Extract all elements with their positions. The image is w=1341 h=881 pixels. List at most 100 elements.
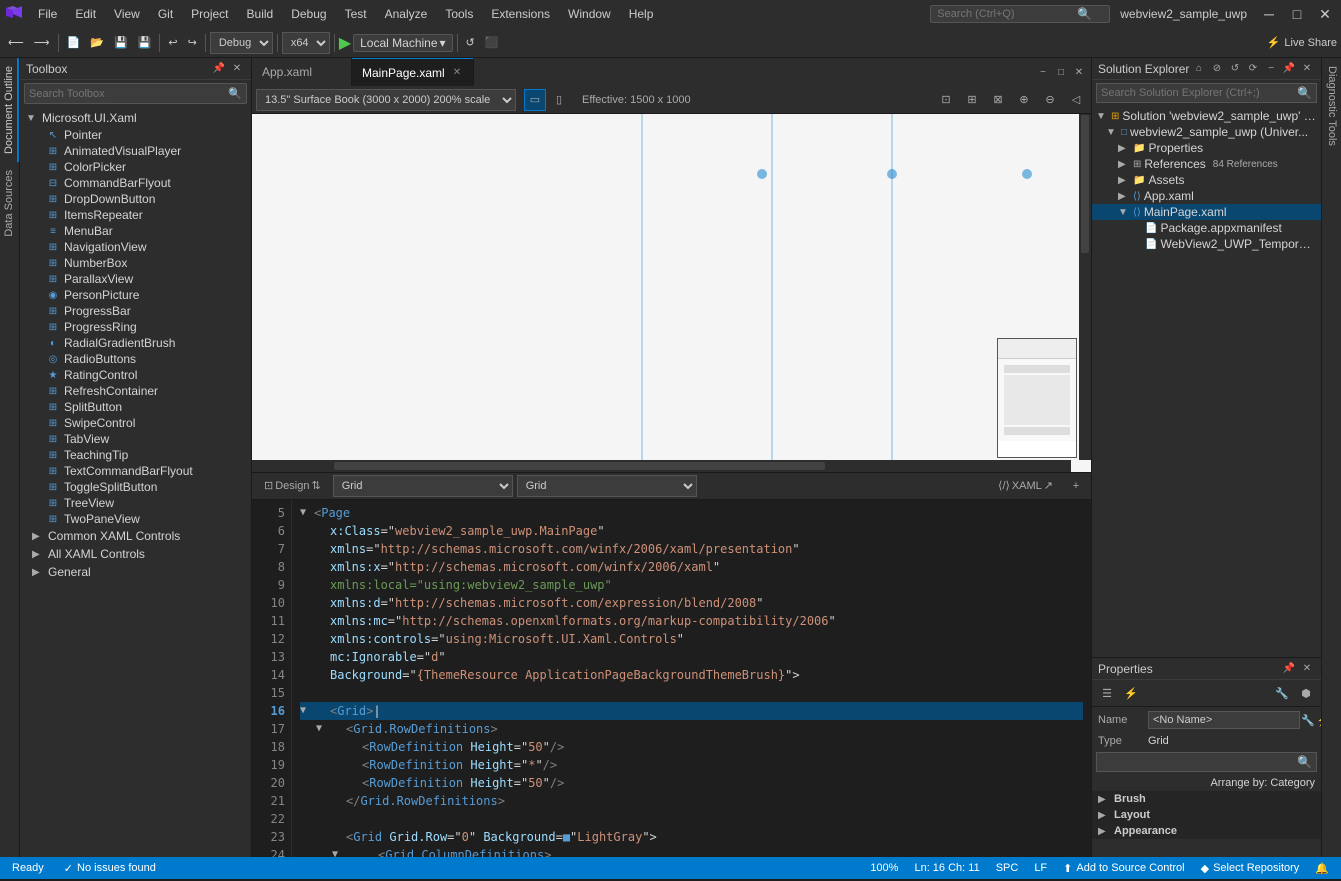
toolbox-item-tabview[interactable]: ⊞ TabView	[20, 431, 251, 447]
toolbox-subcategory-general[interactable]: ▶ General	[20, 563, 251, 581]
sol-item-project[interactable]: ▼ □ webview2_sample_uwp (Univer...	[1092, 124, 1321, 140]
menu-edit[interactable]: Edit	[67, 5, 104, 23]
menu-extensions[interactable]: Extensions	[483, 5, 558, 23]
toolbox-search-box[interactable]: 🔍	[24, 83, 247, 104]
props-category-layout[interactable]: ▶ Layout	[1092, 807, 1321, 823]
minimize-button[interactable]: ─	[1257, 4, 1281, 24]
status-spc[interactable]: SPC	[992, 862, 1023, 875]
stop-btn[interactable]: ⬛	[481, 34, 503, 51]
props-search-box[interactable]: 🔍	[1096, 752, 1317, 772]
toolbox-item-pointer[interactable]: ↖ Pointer	[20, 127, 251, 143]
sol-close-icon[interactable]: ✕	[1299, 61, 1315, 77]
save-all-btn[interactable]: 💾	[134, 34, 156, 51]
props-category-brush[interactable]: ▶ Brush	[1092, 791, 1321, 807]
breadcrumb-right-select[interactable]: Grid	[517, 475, 697, 497]
menu-tools[interactable]: Tools	[437, 5, 481, 23]
events-icon[interactable]: ⚡	[1120, 682, 1142, 704]
status-no-issues[interactable]: ✓ No issues found	[60, 862, 160, 875]
props-name-input[interactable]	[1148, 711, 1300, 729]
toolbox-item-progressring[interactable]: ⊞ ProgressRing	[20, 319, 251, 335]
snap-icon[interactable]: ⊠	[987, 89, 1009, 111]
zoom-out-icon[interactable]: ⊖	[1039, 89, 1061, 111]
breadcrumb-left-select[interactable]: Grid	[333, 475, 513, 497]
local-machine-selector[interactable]: Local Machine ▾	[353, 34, 452, 52]
fold-icon[interactable]: ▼	[332, 846, 344, 858]
sol-home-icon[interactable]: ⌂	[1191, 61, 1207, 77]
tab-close-icon[interactable]: ✕	[451, 66, 463, 79]
menu-build[interactable]: Build	[239, 5, 282, 23]
live-share-btn[interactable]: ⚡ Live Share	[1267, 36, 1337, 49]
toolbox-item-colorpicker[interactable]: ⊞ ColorPicker	[20, 159, 251, 175]
toolbox-item-commandbarflyout[interactable]: ⊟ CommandBarFlyout	[20, 175, 251, 191]
status-ready[interactable]: Ready	[8, 862, 48, 874]
props-category-appearance[interactable]: ▶ Appearance	[1092, 823, 1321, 839]
vtab-document-outline[interactable]: Document Outline	[0, 58, 19, 162]
sol-search-input[interactable]	[1101, 87, 1297, 99]
design-view-btn[interactable]: ⊡ Design ⇅	[256, 477, 329, 494]
toolbox-item-navigationview[interactable]: ⊞ NavigationView	[20, 239, 251, 255]
toolbox-item-splitbutton[interactable]: ⊞ SplitButton	[20, 399, 251, 415]
tab-close-all-icon[interactable]: ✕	[1071, 64, 1087, 80]
toolbox-item-dropdownbutton[interactable]: ⊞ DropDownButton	[20, 191, 251, 207]
menu-test[interactable]: Test	[337, 5, 375, 23]
grid-icon[interactable]: ⊞	[961, 89, 983, 111]
sol-pin-icon[interactable]: 📌	[1281, 61, 1297, 77]
toolbox-item-personpicture[interactable]: ◉ PersonPicture	[20, 287, 251, 303]
expand-icon[interactable]: ⬢	[1295, 682, 1317, 704]
toolbox-item-ratingcontrol[interactable]: ★ RatingControl	[20, 367, 251, 383]
toolbox-search-input[interactable]	[29, 88, 228, 100]
source-control-btn[interactable]: ⬆ Add to Source Control	[1059, 862, 1188, 875]
toolbox-item-itemsrepeater[interactable]: ⊞ ItemsRepeater	[20, 207, 251, 223]
props-icon[interactable]: ☰	[1096, 682, 1118, 704]
tab-app-xaml[interactable]: App.xaml	[252, 58, 352, 86]
toolbox-item-animatedvisualplayer[interactable]: ⊞ AnimatedVisualPlayer	[20, 143, 251, 159]
code-content[interactable]: ▼<Page x:Class="webview2_sample_uwp.Main…	[292, 500, 1091, 858]
sol-filter-icon[interactable]: ⊘	[1209, 61, 1225, 77]
sol-item-package-manifest[interactable]: ▶ 📄 Package.appxmanifest	[1092, 220, 1321, 236]
props-search-input[interactable]	[1101, 756, 1297, 768]
menu-project[interactable]: Project	[183, 5, 236, 23]
sol-collapse-icon[interactable]: −	[1263, 61, 1279, 77]
sol-sync-icon[interactable]: ⟳	[1245, 61, 1261, 77]
toolbox-item-treeview[interactable]: ⊞ TreeView	[20, 495, 251, 511]
vtab-data-sources[interactable]: Data Sources	[0, 162, 19, 245]
debug-config-select[interactable]: Debug	[210, 32, 273, 54]
toolbox-subcategory-common[interactable]: ▶ Common XAML Controls	[20, 527, 251, 545]
sol-refresh-icon[interactable]: ↺	[1227, 61, 1243, 77]
props-pin-icon[interactable]: 📌	[1281, 661, 1297, 677]
menu-window[interactable]: Window	[560, 5, 619, 23]
maximize-button[interactable]: □	[1285, 4, 1309, 24]
scroll-icon[interactable]: ◁	[1065, 89, 1087, 111]
sol-search-box[interactable]: 🔍	[1096, 83, 1317, 103]
tab-mainpage-xaml[interactable]: MainPage.xaml ✕	[352, 58, 474, 86]
toolbox-item-parallaxview[interactable]: ⊞ ParallaxView	[20, 271, 251, 287]
platform-select[interactable]: x64	[282, 32, 330, 54]
toolbox-item-togglesplitbutton[interactable]: ⊞ ToggleSplitButton	[20, 479, 251, 495]
forward-btn[interactable]: ⟶	[30, 34, 54, 51]
status-position[interactable]: Ln: 16 Ch: 11	[910, 862, 983, 875]
open-btn[interactable]: 📂	[86, 34, 108, 51]
menu-search-input[interactable]	[937, 8, 1077, 20]
toolbox-item-twopaneview[interactable]: ⊞ TwoPaneView	[20, 511, 251, 527]
fit-icon[interactable]: ⊡	[935, 89, 957, 111]
fold-icon[interactable]: ▼	[316, 720, 328, 738]
fold-icon[interactable]: ▼	[300, 702, 312, 720]
toolbox-pin-icon[interactable]: 📌	[211, 61, 227, 77]
device-selector[interactable]: 13.5" Surface Book (3000 x 2000) 200% sc…	[256, 89, 516, 111]
portrait-icon[interactable]: ▭	[524, 89, 546, 111]
menu-help[interactable]: Help	[621, 5, 662, 23]
close-button[interactable]: ✕	[1313, 4, 1337, 24]
toolbox-item-progressbar[interactable]: ⊞ ProgressBar	[20, 303, 251, 319]
toolbox-item-menubar[interactable]: ≡ MenuBar	[20, 223, 251, 239]
undo-btn[interactable]: ↩	[164, 34, 181, 51]
vtab-diagnostics[interactable]: Diagnostic Tools	[1322, 58, 1341, 154]
props-tool-icon[interactable]: 🔧	[1300, 709, 1316, 731]
add-element-icon[interactable]: +	[1065, 475, 1087, 497]
zoom-in-icon[interactable]: ⊕	[1013, 89, 1035, 111]
restart-btn[interactable]: ↺	[462, 34, 479, 51]
sol-item-properties[interactable]: ▶ 📁 Properties	[1092, 140, 1321, 156]
landscape-icon[interactable]: ▯	[548, 89, 570, 111]
status-lf[interactable]: LF	[1030, 862, 1051, 875]
sol-item-assets[interactable]: ▶ 📁 Assets	[1092, 172, 1321, 188]
notifications-btn[interactable]: 🔔	[1311, 862, 1333, 875]
